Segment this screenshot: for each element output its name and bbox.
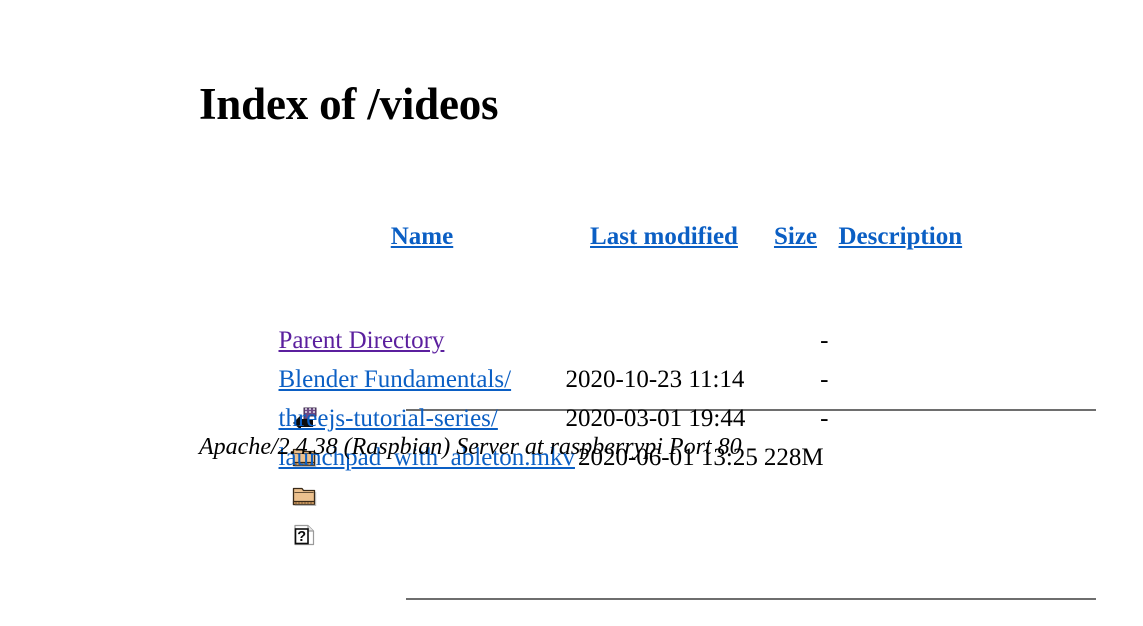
- server-signature: Apache/2.4.38 (Raspbian) Server at raspb…: [199, 434, 742, 460]
- row-size: 228M: [763, 444, 824, 471]
- table-row: threejs-tutorial-series/2020-03-01 19:44…: [203, 321, 829, 507]
- directory-listing-table: Name Last modified Size Description Parent …: [203, 173, 1096, 600]
- table-header-row: Name Last modified Size Description: [203, 173, 962, 250]
- sort-by-description-link[interactable]: Description: [839, 223, 963, 250]
- page-title: Index of /videos: [199, 79, 499, 129]
- table-row-parent-directory: Parent Directory -: [203, 243, 829, 431]
- footer-divider: [406, 597, 1096, 600]
- table-row: ? launchpad_with_ableton.mkv 2020-06-01 1…: [203, 360, 824, 545]
- svg-text:?: ?: [297, 529, 306, 545]
- table-row: Blender Fundamentals/2020-10-23 11:14-: [203, 282, 829, 468]
- directory-listing-page: Index of /videos Name Last modified Size De…: [0, 0, 1143, 600]
